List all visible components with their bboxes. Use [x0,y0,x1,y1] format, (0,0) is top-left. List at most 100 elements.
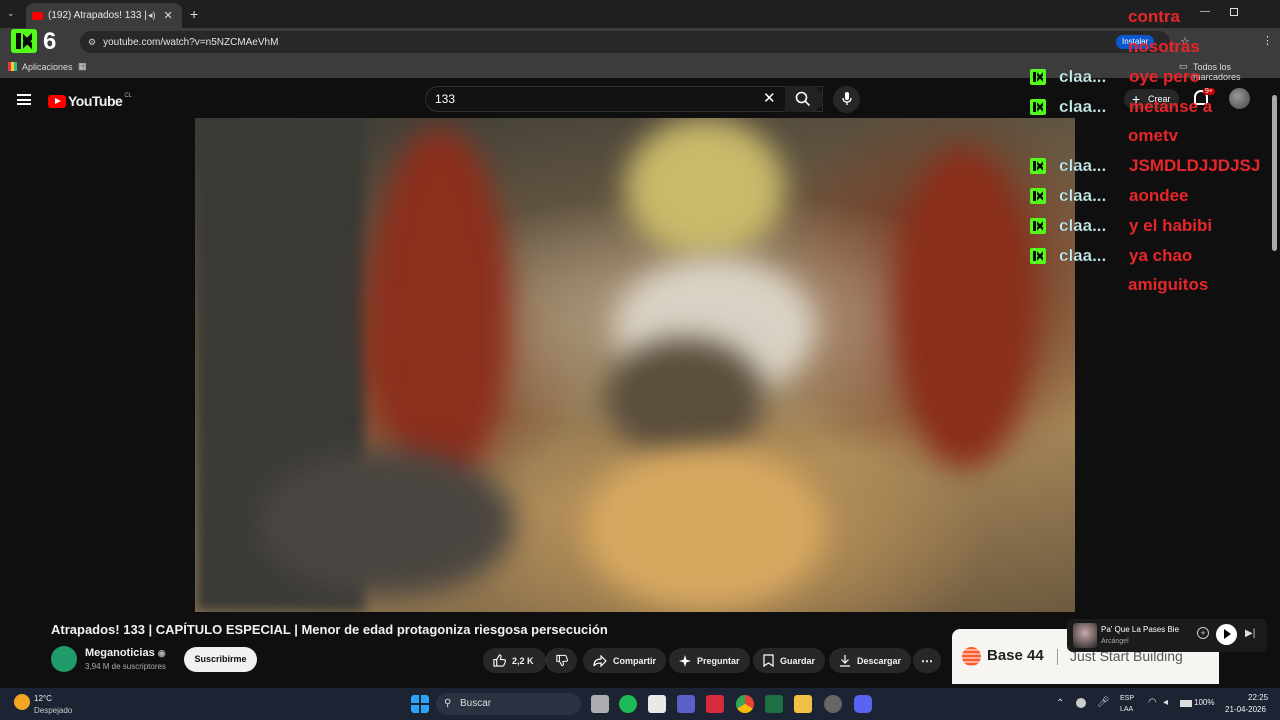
taskbar-search-label: Buscar [460,698,492,709]
share-button[interactable]: Compartir [583,648,667,673]
chat-username: claa... [1059,246,1107,265]
tray-overflow-icon[interactable]: ⌃ [1056,698,1064,709]
region-code: CL [124,93,132,99]
thumbs-down-icon [556,654,568,667]
wifi-icon[interactable]: ◠ [1148,697,1157,708]
video-frame-region [895,148,1035,468]
close-tab-icon[interactable]: ✕ [164,9,173,22]
teams-icon[interactable] [677,695,695,713]
play-button[interactable] [1216,624,1237,645]
discord-icon[interactable] [854,695,872,713]
browser-menu-icon[interactable]: ⋮ [1262,34,1273,47]
battery-icon[interactable] [1180,700,1192,707]
add-circle-icon[interactable]: + [1197,627,1209,639]
ask-label: Preguntar [697,655,740,666]
taskbar-search[interactable]: ⚲ Buscar [436,693,581,715]
chat-message: claa... ya chao [1030,246,1192,266]
youtube-play-icon [48,94,66,108]
dislike-button[interactable] [546,648,577,673]
share-icon [593,654,607,667]
browser-tab-active[interactable]: (192) Atrapados! 133 | CAPÍTULO ESPECIAL… [26,3,182,28]
chat-username: claa... [1059,216,1107,235]
battery-level: 100% [1194,698,1215,707]
apps-grid-icon[interactable] [8,62,17,71]
chat-continuation: amiguitos [1128,275,1209,294]
notifications-badge: 9+ [1203,88,1215,95]
kick-badge-icon [1030,69,1046,85]
antivirus-icon[interactable] [706,695,724,713]
hamburger-menu-icon[interactable] [17,94,31,105]
chat-username: claa... [1059,186,1107,205]
excel-icon[interactable] [765,695,783,713]
bookmark-all[interactable]: Todos los marcadores [1193,62,1280,82]
chat-continuation: nosotras [1128,37,1200,56]
tab-groups-icon[interactable]: ▦ [78,61,87,72]
subscribe-button[interactable]: Suscribirme [184,647,257,672]
chat-message: claa... JSMDLDJJDJSJ [1030,156,1260,176]
chat-text: metanse a [1129,97,1213,116]
youtube-logo-text: YouTube [68,93,123,109]
language-bottom[interactable]: LAA [1120,706,1133,713]
ad-brand: Base 44 [987,647,1044,664]
album-art [1073,623,1097,648]
download-icon [840,655,850,667]
chat-message: claa... oye pero [1030,67,1200,87]
microphone-tray-icon[interactable]: 🎤︎ [1097,697,1110,708]
page-scrollbar[interactable] [1272,95,1277,251]
volume-icon[interactable]: ◂ [1163,697,1168,708]
download-label: Descargar [857,655,902,666]
language-top[interactable]: ESP [1120,695,1134,702]
windows-start-icon[interactable] [411,695,429,713]
chat-continuation: contra [1128,7,1180,26]
mini-player[interactable]: Pa' Que La Pases Bie Arcángel + ▶| [1067,619,1267,652]
like-button[interactable]: 2,2 K [483,648,546,673]
weather-icon[interactable] [14,694,30,710]
kick-badge-icon [1030,248,1046,264]
video-frame-region [370,128,510,488]
chat-message: claa... aondee [1030,186,1189,206]
app-icon[interactable] [648,695,666,713]
clear-search-icon[interactable]: ✕ [763,89,776,107]
kick-viewer-count: 6 [43,28,57,55]
chat-username: claa... [1059,156,1107,175]
site-info-icon[interactable]: ⚙ [88,37,96,48]
voice-search-button[interactable] [833,86,860,113]
clock-time[interactable]: 22:25 [1248,693,1268,702]
tab-list-chevron-icon[interactable]: ⌄ [7,8,19,20]
minimize-icon[interactable]: — [1200,6,1210,17]
search-button[interactable] [785,86,823,112]
download-button[interactable]: Descargar [829,648,912,673]
chat-continuation: ometv [1128,126,1179,145]
youtube-logo[interactable]: YouTube CL [48,93,132,109]
ask-button[interactable]: Preguntar [669,648,750,673]
more-actions-button[interactable]: ⋯ [913,648,941,673]
kick-logo-icon [11,29,37,53]
clock-date[interactable]: 21-04-2026 [1225,705,1266,714]
spotify-icon[interactable] [619,695,637,713]
account-avatar[interactable] [1229,88,1250,109]
maximize-icon[interactable] [1230,8,1238,16]
chrome-icon[interactable] [736,695,754,713]
bookmark-apps[interactable]: Aplicaciones [22,62,73,72]
speaker-icon[interactable]: ◂) [148,10,156,21]
chat-username: claa... [1059,97,1107,116]
chat-text: y el habibi [1129,216,1213,235]
verified-icon: ◉ [157,648,166,658]
tray-app-icon[interactable] [1076,698,1086,708]
weather-desc: Despejado [34,706,73,715]
skip-next-icon[interactable]: ▶| [1245,628,1255,639]
channel-name-text: Meganoticias [85,647,155,659]
save-button[interactable]: Guardar [753,648,826,673]
task-view-icon[interactable] [591,695,609,713]
video-player[interactable] [195,118,1075,612]
channel-avatar[interactable] [51,646,77,672]
song-artist: Arcángel [1101,638,1129,645]
kick-badge-icon [1030,218,1046,234]
url-field[interactable]: ⚙ youtube.com/watch?v=n5NZCMAeVhM [80,31,1170,53]
app-icon[interactable] [824,695,842,713]
channel-name[interactable]: Meganoticias ◉ [85,647,166,659]
new-tab-icon[interactable]: + [190,6,198,22]
base44-logo-icon [962,647,981,666]
video-frame-region [255,448,515,598]
file-explorer-icon[interactable] [794,695,812,713]
